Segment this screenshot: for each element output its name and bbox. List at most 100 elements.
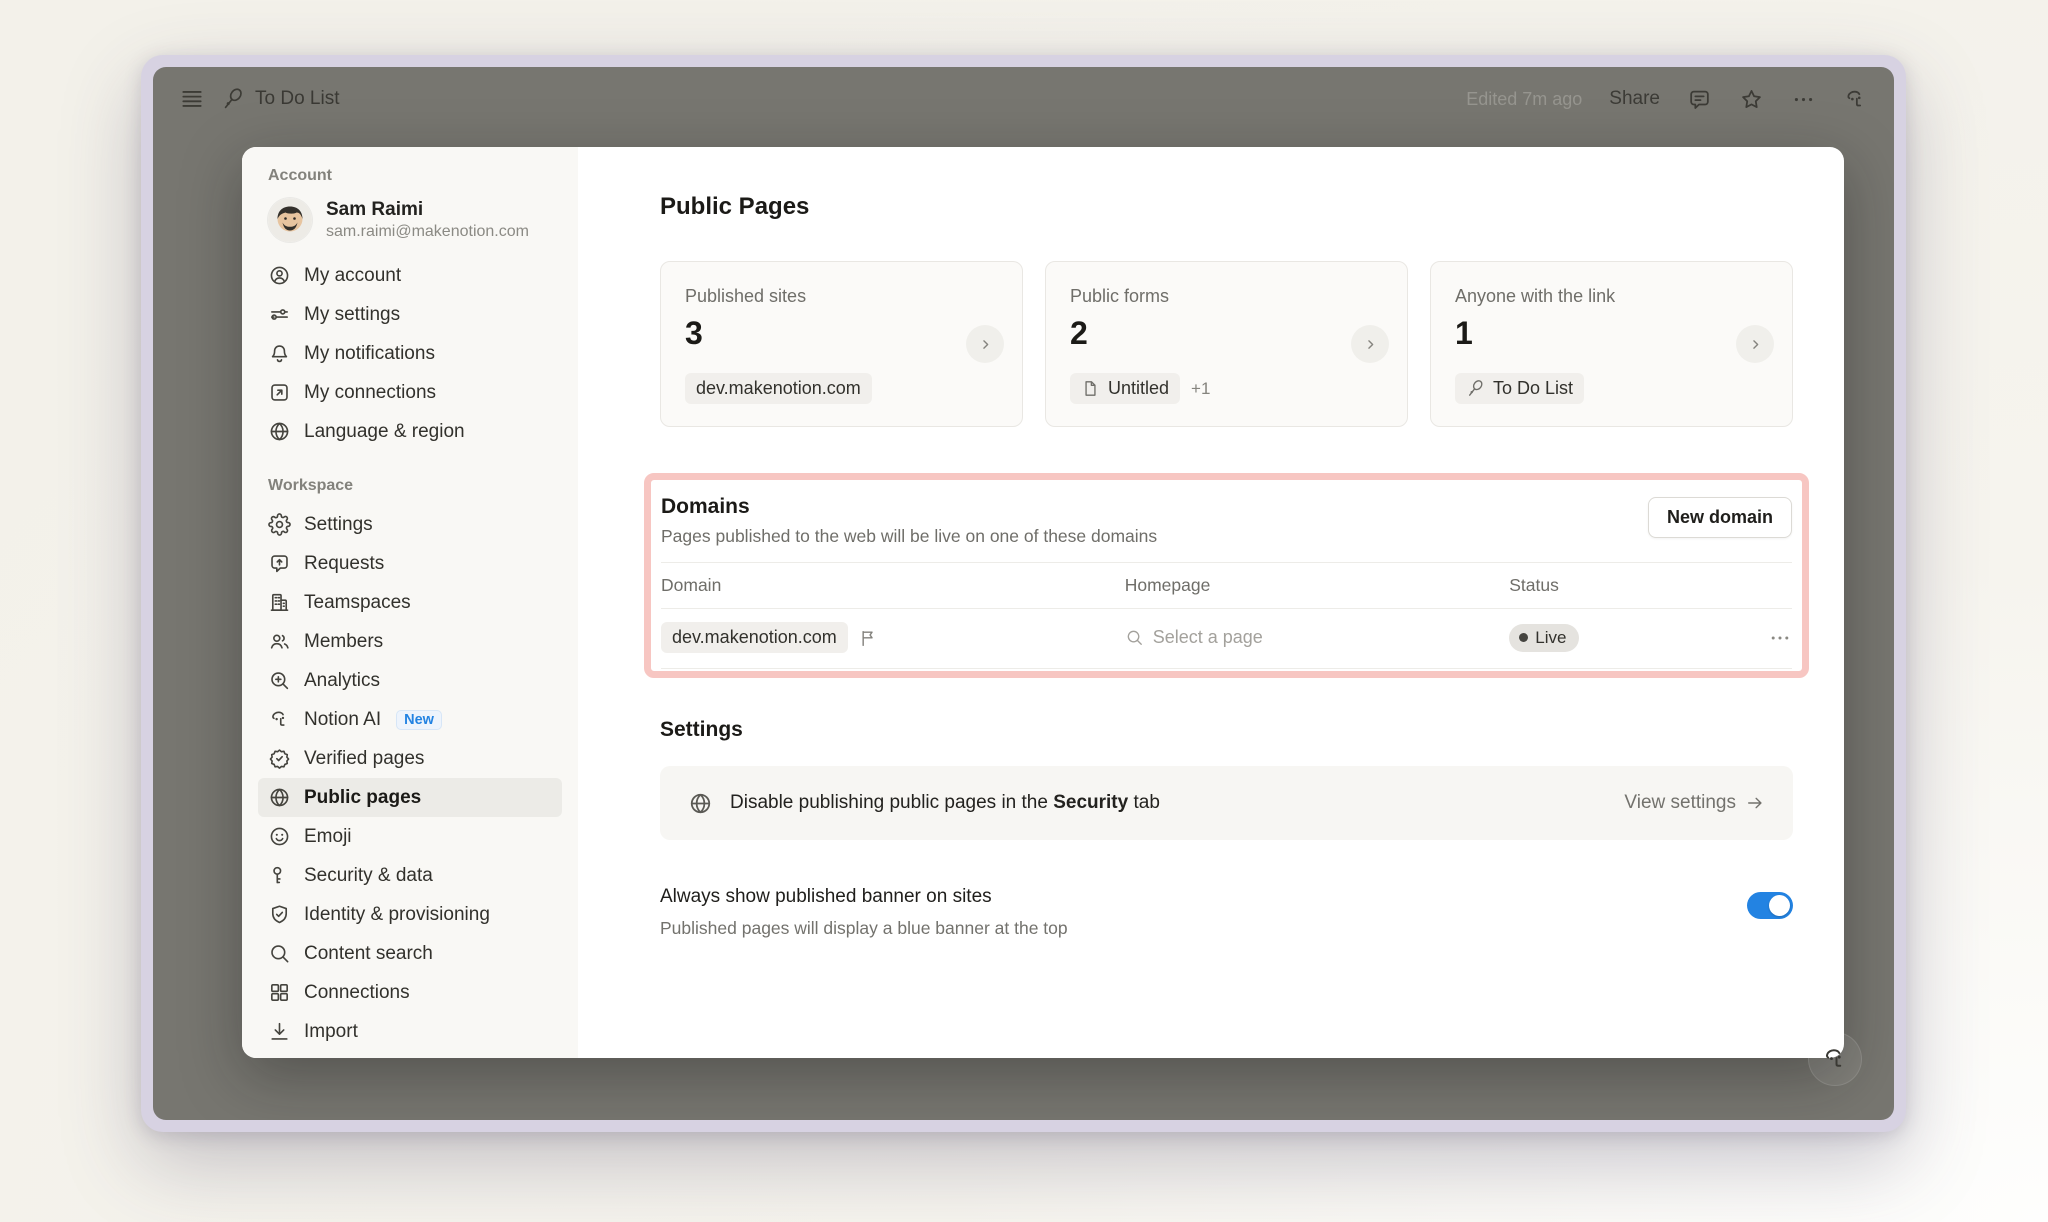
chip-label: dev.makenotion.com	[696, 378, 861, 399]
card-count: 1	[1455, 315, 1768, 352]
public-pages-panel: Public Pages Published sites 3 dev.maken…	[578, 147, 1844, 1058]
toggle-knob	[1769, 895, 1790, 916]
sidebar-item-notion-ai[interactable]: Notion AI New	[258, 700, 562, 739]
sidebar-item-label: My notifications	[304, 343, 435, 365]
sidebar-item-security-data[interactable]: Security & data	[258, 856, 562, 895]
new-domain-button[interactable]: New domain	[1648, 497, 1792, 538]
homepage-select[interactable]: Select a page	[1125, 627, 1510, 648]
domains-subtitle: Pages published to the web will be live …	[661, 526, 1157, 547]
sidebar-item-content-search[interactable]: Content search	[258, 934, 562, 973]
card-count: 3	[685, 315, 998, 352]
banner-toggle-row: Always show published banner on sites Pu…	[660, 886, 1793, 939]
workspace-section-label: Workspace	[258, 477, 562, 495]
sidebar-item-label: My account	[304, 265, 401, 287]
published-sites-card[interactable]: Published sites 3 dev.makenotion.com	[660, 261, 1023, 427]
settings-sidebar: Account Sam Raimi sam.raimi@makenotion.c…	[242, 147, 578, 1058]
anyone-with-link-card[interactable]: Anyone with the link 1 To Do List	[1430, 261, 1793, 427]
sidebar-item-analytics[interactable]: Analytics	[258, 661, 562, 700]
chevron-right-icon[interactable]	[1736, 325, 1774, 363]
people-icon	[268, 630, 291, 653]
sidebar-item-public-pages[interactable]: Public pages	[258, 778, 562, 817]
sidebar-item-label: Members	[304, 631, 383, 653]
status-badge: Live	[1509, 624, 1579, 652]
page-chip[interactable]: To Do List	[1455, 373, 1584, 404]
arrow-right-icon	[1745, 793, 1765, 813]
sidebar-item-my-notifications[interactable]: My notifications	[258, 334, 562, 373]
column-header-status: Status	[1509, 575, 1744, 596]
edited-timestamp: Edited 7m ago	[1466, 89, 1582, 110]
chevron-right-icon[interactable]	[1351, 325, 1389, 363]
domain-name-chip[interactable]: dev.makenotion.com	[661, 622, 848, 653]
notion-ai-floating-button[interactable]	[1808, 1032, 1862, 1086]
chip-label: Untitled	[1108, 378, 1169, 399]
notion-ai-face-icon[interactable]	[1843, 87, 1868, 112]
comment-icon[interactable]	[1687, 87, 1712, 112]
smiley-icon	[268, 825, 291, 848]
sidebar-item-label: Language & region	[304, 421, 465, 443]
sidebar-item-teamspaces[interactable]: Teamspaces	[258, 583, 562, 622]
sidebar-item-members[interactable]: Members	[258, 622, 562, 661]
flag-icon[interactable]	[858, 628, 878, 648]
sliders-icon	[268, 303, 291, 326]
key-icon	[268, 864, 291, 887]
card-label: Published sites	[685, 286, 998, 307]
column-header-homepage: Homepage	[1125, 575, 1510, 596]
sidebar-item-my-account[interactable]: My account	[258, 256, 562, 295]
homepage-placeholder: Select a page	[1153, 627, 1263, 648]
sidebar-item-user-profile[interactable]: Sam Raimi sam.raimi@makenotion.com	[258, 195, 562, 256]
sidebar-item-language-region[interactable]: Language & region	[258, 412, 562, 451]
banner-toggle-title: Always show published banner on sites	[660, 886, 1068, 908]
chip-overflow-count: +1	[1191, 379, 1210, 399]
banner-toggle-switch[interactable]	[1747, 892, 1793, 919]
gear-icon	[268, 513, 291, 536]
sidebar-item-label: Requests	[304, 553, 384, 575]
sidebar-item-requests[interactable]: Requests	[258, 544, 562, 583]
view-settings-link[interactable]: View settings	[1624, 792, 1765, 814]
app-window: To Do List Edited 7m ago Share Account	[141, 55, 1906, 1132]
status-label: Live	[1535, 628, 1566, 648]
banner-toggle-subtitle: Published pages will display a blue bann…	[660, 918, 1068, 939]
sidebar-item-settings[interactable]: Settings	[258, 505, 562, 544]
security-notice-text: Disable publishing public pages in the S…	[730, 792, 1160, 814]
domain-table-row: dev.makenotion.com Select a page Live	[661, 609, 1792, 669]
app-topbar: To Do List Edited 7m ago Share	[153, 67, 1894, 131]
sidebar-item-label: Connections	[304, 982, 410, 1004]
settings-section-title: Settings	[660, 718, 1793, 742]
view-settings-label: View settings	[1624, 792, 1736, 814]
sidebar-item-import[interactable]: Import	[258, 1012, 562, 1051]
domain-name: dev.makenotion.com	[672, 627, 837, 648]
page-chip[interactable]: Untitled	[1070, 373, 1180, 404]
page-title: Public Pages	[660, 193, 1793, 221]
sidebar-item-identity-provisioning[interactable]: Identity & provisioning	[258, 895, 562, 934]
account-section-label: Account	[258, 167, 562, 185]
share-button[interactable]: Share	[1609, 88, 1660, 110]
more-options-icon[interactable]	[1791, 87, 1816, 112]
chip-label: To Do List	[1493, 378, 1573, 399]
sidebar-item-emoji[interactable]: Emoji	[258, 817, 562, 856]
user-email: sam.raimi@makenotion.com	[326, 222, 529, 242]
menu-icon[interactable]	[179, 86, 205, 112]
shield-check-icon	[268, 903, 291, 926]
sidebar-item-my-connections[interactable]: My connections	[258, 373, 562, 412]
security-notice-panel: Disable publishing public pages in the S…	[660, 766, 1793, 840]
sidebar-item-label: Teamspaces	[304, 592, 411, 614]
sidebar-item-label: Identity & provisioning	[304, 904, 490, 926]
sidebar-item-my-settings[interactable]: My settings	[258, 295, 562, 334]
sidebar-item-label: Emoji	[304, 826, 352, 848]
star-icon[interactable]	[1739, 87, 1764, 112]
public-forms-card[interactable]: Public forms 2 Untitled +1	[1045, 261, 1408, 427]
more-options-icon[interactable]	[1768, 626, 1792, 650]
summary-cards: Published sites 3 dev.makenotion.com Pub…	[660, 261, 1793, 427]
sidebar-item-verified-pages[interactable]: Verified pages	[258, 739, 562, 778]
sidebar-item-label: Content search	[304, 943, 433, 965]
grid-icon	[268, 981, 291, 1004]
chevron-right-icon[interactable]	[966, 325, 1004, 363]
search-icon	[268, 942, 291, 965]
new-badge: New	[396, 710, 442, 730]
sidebar-item-connections[interactable]: Connections	[258, 973, 562, 1012]
import-arrow-icon	[268, 1020, 291, 1043]
breadcrumb[interactable]: To Do List	[221, 87, 339, 111]
domain-chip[interactable]: dev.makenotion.com	[685, 373, 872, 404]
verified-badge-icon	[268, 747, 291, 770]
badminton-racket-icon	[1466, 379, 1485, 398]
